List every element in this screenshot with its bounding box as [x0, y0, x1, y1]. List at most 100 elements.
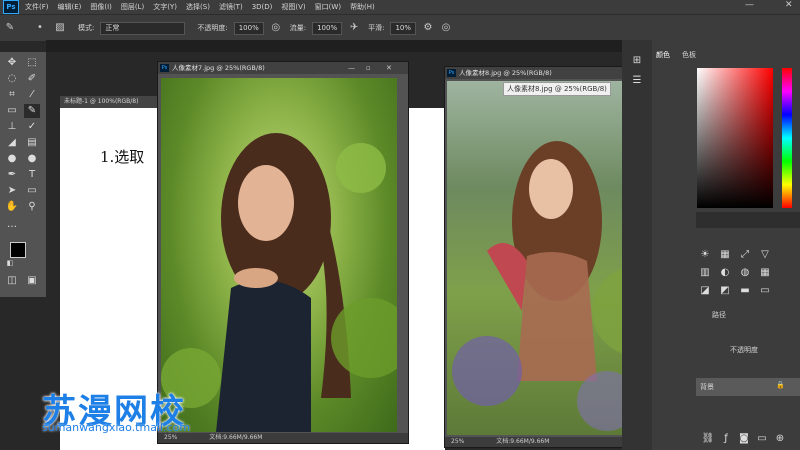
invert-icon[interactable]: ◩ — [717, 284, 733, 298]
smoothing-field[interactable]: 10% — [390, 21, 417, 35]
document-tab-strip — [46, 40, 626, 52]
pressure-opacity-icon[interactable]: ◎ — [270, 22, 282, 34]
menu-type[interactable]: 文字(Y) — [153, 2, 177, 12]
properties-panel-icon[interactable]: ☰ — [629, 74, 645, 88]
menu-bar: Ps 文件(F) 编辑(E) 图像(I) 图层(L) 文字(Y) 选择(S) 滤… — [0, 0, 800, 14]
opacity-label: 不透明度 — [730, 346, 758, 354]
lasso-tool-icon[interactable]: ◌ — [4, 72, 20, 86]
menu-edit[interactable]: 编辑(E) — [58, 2, 82, 12]
close-button[interactable]: ✕ — [785, 0, 793, 10]
photoshop-logo: Ps — [3, 0, 19, 14]
healing-brush-tool-icon[interactable]: ▭ — [4, 104, 20, 118]
pressure-size-icon[interactable]: ◎ — [440, 22, 452, 34]
lock-icon: 🔒 — [776, 381, 785, 389]
menu-view[interactable]: 视图(V) — [281, 2, 305, 12]
menu-select[interactable]: 选择(S) — [186, 2, 210, 12]
photo-filter-icon[interactable]: ◪ — [697, 284, 713, 298]
doc-size[interactable]: 文档:9.66M/9.66M — [496, 438, 549, 445]
menu-filter[interactable]: 滤镜(T) — [219, 2, 243, 12]
channel-mixer-icon[interactable]: ▦ — [757, 266, 773, 280]
minimize-icon[interactable]: — — [348, 62, 355, 74]
tools-panel: ✥ ⬚ ◌ ✐ ⌗ ⁄ ▭ ✎ ⊥ ✓ ◢ ▤ ● ● ✒ T ➤ ▭ ✋ ⚲ … — [0, 52, 46, 297]
right-panel-dock: ⊞ ☰ 颜色 色板 ☀ ▦ ⤢ ▽ ▥ ◐ ◍ ▦ ◪ ◩ ▬ ▭ 路径 不透明… — [622, 40, 800, 450]
menu-image[interactable]: 图像(I) — [90, 2, 112, 12]
rectangle-tool-icon[interactable]: ▭ — [24, 184, 40, 198]
folder-icon[interactable]: ▭ — [754, 432, 770, 446]
link-layers-icon[interactable]: ⛓ — [700, 432, 716, 446]
exposure-icon[interactable]: ▽ — [757, 248, 773, 262]
hue-sat-icon[interactable]: ◐ — [717, 266, 733, 280]
collapsed-panel-strip: ⊞ ☰ — [622, 40, 652, 450]
color-balance-icon[interactable]: ◍ — [737, 266, 753, 280]
curves-icon[interactable]: ⤢ — [737, 248, 753, 262]
dodge-tool-icon[interactable]: ● — [24, 152, 40, 166]
smoothing-settings-icon[interactable]: ⚙ — [422, 22, 434, 34]
portrait-photo-7[interactable] — [161, 78, 397, 432]
layer-row[interactable]: 背景 🔒 — [696, 378, 800, 396]
brush-preset-icon[interactable]: • — [34, 22, 46, 34]
tab-swatches[interactable]: 色板 — [682, 50, 696, 60]
zoom-level[interactable]: 25% — [164, 434, 177, 441]
mode-select[interactable]: 正常 — [100, 21, 186, 35]
minimize-button[interactable]: — — [745, 0, 754, 10]
brightness-icon[interactable]: ☀ — [697, 248, 713, 262]
clone-stamp-tool-icon[interactable]: ⊥ — [4, 120, 20, 134]
ps-doc-icon: Ps — [447, 69, 456, 77]
document-7-titlebar[interactable]: Ps 人像素材7.jpg @ 25%(RGB/8) — ▫ ✕ — [158, 62, 408, 74]
document-8-title: 人像素材8.jpg @ 25%(RGB/8) — [459, 69, 552, 77]
document-7-title: 人像素材7.jpg @ 25%(RGB/8) — [172, 64, 265, 72]
opacity-label: 不透明度: — [197, 24, 228, 32]
zoom-tool-icon[interactable]: ⚲ — [24, 200, 40, 214]
pen-tool-icon[interactable]: ✒ — [4, 168, 20, 182]
move-tool-icon[interactable]: ✥ — [4, 56, 20, 70]
menu-window[interactable]: 窗口(W) — [315, 2, 341, 12]
brush-panel-icon[interactable]: ▨ — [54, 22, 66, 34]
hue-slider[interactable] — [782, 68, 792, 208]
quick-mask-icon[interactable]: ◫ — [4, 274, 20, 288]
airbrush-icon[interactable]: ✈ — [348, 22, 360, 34]
eyedropper-tool-icon[interactable]: ⁄ — [24, 88, 40, 102]
quick-select-tool-icon[interactable]: ✐ — [24, 72, 40, 86]
crop-tool-icon[interactable]: ⌗ — [4, 88, 20, 102]
panel-divider — [696, 212, 800, 228]
menu-layer[interactable]: 图层(L) — [121, 2, 144, 12]
type-tool-icon[interactable]: T — [24, 168, 40, 182]
flow-field[interactable]: 100% — [312, 21, 343, 35]
gradient-map-icon[interactable]: ▭ — [757, 284, 773, 298]
doc-size[interactable]: 文档:9.66M/9.66M — [209, 434, 262, 441]
smoothing-label: 平滑: — [368, 24, 385, 32]
menu-3d[interactable]: 3D(D) — [252, 3, 273, 11]
menu-file[interactable]: 文件(F) — [25, 2, 49, 12]
tab-paths[interactable]: 路径 — [712, 310, 726, 320]
more-tools-icon[interactable]: … — [4, 218, 20, 232]
brush-tool-icon[interactable]: ✎ — [4, 22, 16, 34]
layer-name: 背景 — [700, 383, 714, 391]
marquee-tool-icon[interactable]: ⬚ — [24, 56, 40, 70]
brush-tool-icon[interactable]: ✎ — [24, 104, 40, 118]
document-window-7[interactable]: Ps 人像素材7.jpg @ 25%(RGB/8) — ▫ ✕ 25% 文档:9… — [157, 61, 409, 444]
vibrance-icon[interactable]: ▥ — [697, 266, 713, 280]
color-field[interactable] — [697, 68, 773, 208]
posterize-icon[interactable]: ▬ — [737, 284, 753, 298]
tab-color[interactable]: 颜色 — [656, 50, 670, 60]
eraser-tool-icon[interactable]: ◢ — [4, 136, 20, 150]
hand-tool-icon[interactable]: ✋ — [4, 200, 20, 214]
screen-mode-icon[interactable]: ▣ — [24, 274, 40, 288]
fx-icon[interactable]: ƒ — [718, 432, 734, 446]
blur-tool-icon[interactable]: ● — [4, 152, 20, 166]
opacity-field[interactable]: 100% — [233, 21, 264, 35]
path-select-tool-icon[interactable]: ➤ — [4, 184, 20, 198]
close-icon[interactable]: ✕ — [386, 62, 392, 74]
mask-icon[interactable]: ◙ — [736, 432, 752, 446]
restore-icon[interactable]: ▫ — [366, 62, 371, 74]
zoom-level[interactable]: 25% — [451, 438, 464, 445]
levels-icon[interactable]: ▦ — [717, 248, 733, 262]
history-panel-icon[interactable]: ⊞ — [629, 54, 645, 68]
default-colors-icon[interactable]: ◧ — [2, 256, 18, 270]
portrait-7-illustration — [161, 133, 397, 432]
watermark-url: sumanwangxiao.tmall.com — [42, 421, 191, 434]
new-layer-icon[interactable]: ⊕ — [772, 432, 788, 446]
gradient-tool-icon[interactable]: ▤ — [24, 136, 40, 150]
history-brush-tool-icon[interactable]: ✓ — [24, 120, 40, 134]
menu-help[interactable]: 帮助(H) — [350, 2, 375, 12]
